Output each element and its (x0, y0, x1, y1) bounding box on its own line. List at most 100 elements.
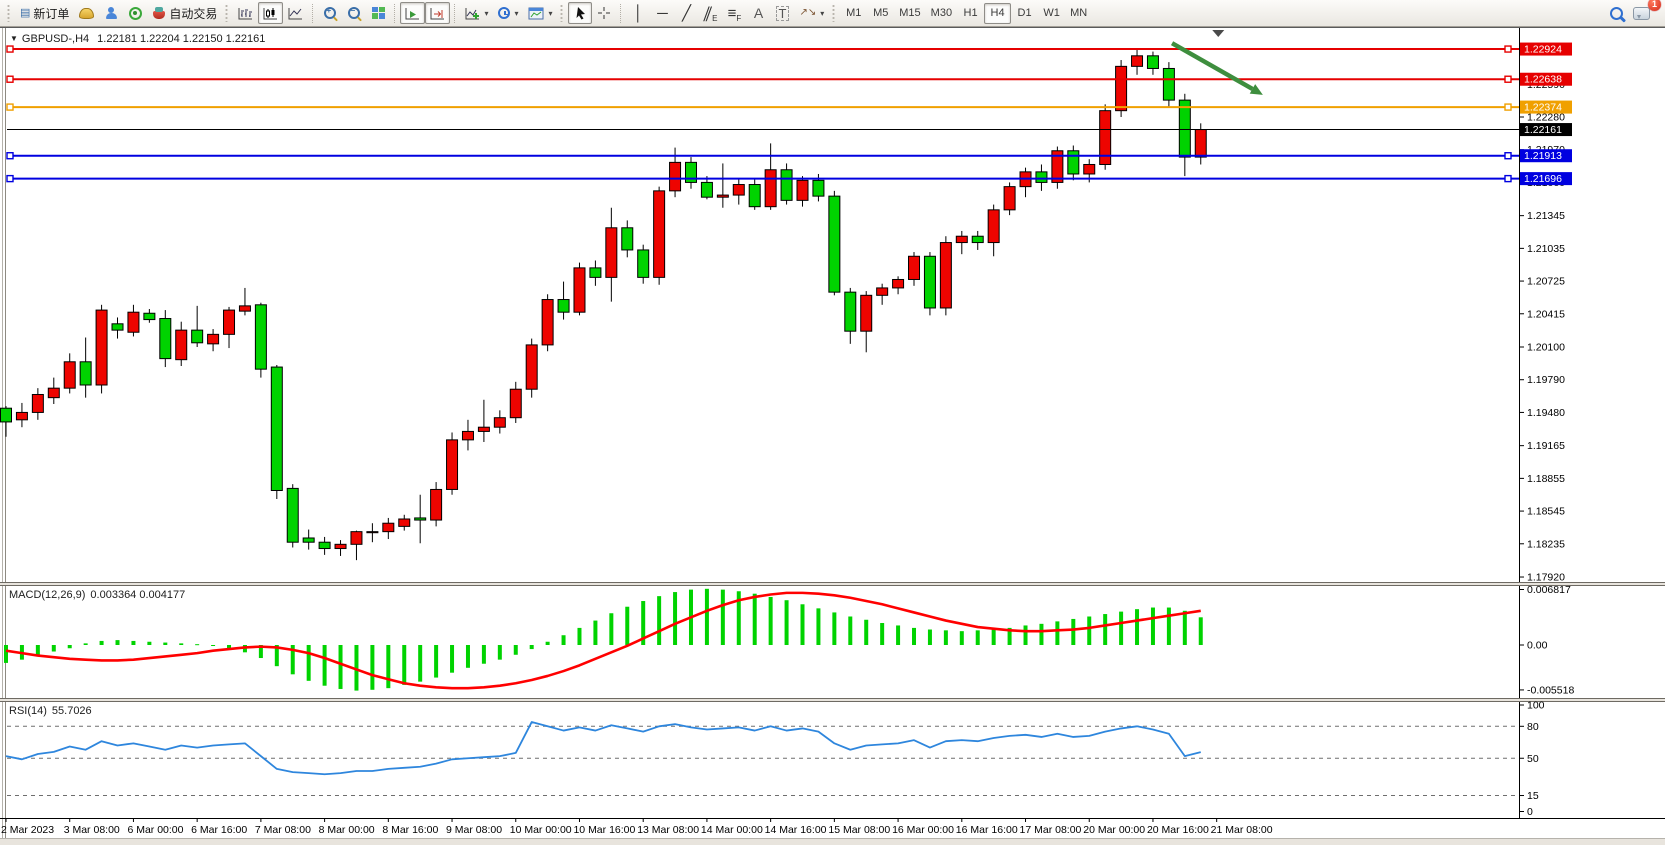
trend-arrow-annotation[interactable] (1172, 43, 1263, 95)
line-handle[interactable] (1505, 104, 1511, 110)
tile-windows-button[interactable] (366, 2, 390, 24)
svg-text:-0.005518: -0.005518 (1527, 684, 1574, 696)
indicators-add-icon (465, 7, 480, 20)
text-tool-icon: A (754, 6, 763, 20)
svg-text:10 Mar 16:00: 10 Mar 16:00 (573, 824, 635, 836)
rsi-axis[interactable]: 1008050150 (1519, 700, 1545, 819)
timeframe-MN[interactable]: MN (1065, 3, 1092, 24)
macd-panel[interactable] (4, 589, 1203, 691)
toolbar-grip[interactable] (7, 4, 12, 22)
line-handle[interactable] (7, 76, 13, 82)
svg-text:1.18235: 1.18235 (1527, 538, 1565, 550)
signal-broadcast-icon (129, 7, 142, 20)
toolbar: ▤ 新订单 自动交易 + − ▾ ▾ ▾ (0, 0, 1665, 27)
crosshair-tool-button[interactable] (592, 2, 616, 24)
symbol-dropdown-icon[interactable]: ▼ (10, 34, 18, 43)
line-handle[interactable] (1505, 46, 1511, 52)
channel-tool[interactable]: ∥ E (698, 2, 722, 24)
macd-axis[interactable]: 0.0068170.00-0.005518 (1519, 584, 1574, 696)
chart-shift-marker[interactable] (1212, 30, 1224, 37)
templates-button[interactable]: ▾ (523, 2, 557, 24)
arrows-tool[interactable]: ↗↘ ▾ (794, 2, 829, 24)
periods-button[interactable]: ▾ (493, 2, 523, 24)
line-handle[interactable] (1505, 76, 1511, 82)
line-handle[interactable] (7, 104, 13, 110)
label-tool[interactable]: T (770, 2, 794, 24)
channel-sub-label: E (712, 14, 717, 23)
svg-text:20 Mar 00:00: 20 Mar 00:00 (1083, 824, 1145, 836)
line-handle[interactable] (1505, 153, 1511, 159)
horizontal-lines-layer[interactable] (7, 46, 1519, 182)
svg-text:1.18545: 1.18545 (1527, 506, 1565, 518)
timeframe-M5[interactable]: M5 (867, 3, 894, 24)
svg-text:2 Mar 2023: 2 Mar 2023 (1, 824, 54, 836)
timeframe-M15[interactable]: M15 (894, 3, 925, 24)
zoom-in-button[interactable]: + (318, 2, 342, 24)
tile-windows-icon (372, 7, 385, 19)
line-chart-button[interactable] (283, 2, 308, 24)
toolbar-grip[interactable] (560, 4, 565, 22)
text-tool[interactable]: A (746, 2, 770, 24)
candlestick-chart-button[interactable] (258, 2, 283, 24)
svg-text:7 Mar 08:00: 7 Mar 08:00 (255, 824, 311, 836)
search-button[interactable] (1604, 2, 1628, 24)
line-handle[interactable] (7, 46, 13, 52)
line-handle[interactable] (7, 176, 13, 182)
timeframe-M1[interactable]: M1 (840, 3, 867, 24)
auto-trading-button[interactable]: 自动交易 (147, 2, 222, 24)
svg-text:8 Mar 00:00: 8 Mar 00:00 (319, 824, 375, 836)
line-chart-icon (288, 7, 303, 20)
profile-icon (105, 7, 118, 20)
fibonacci-sub-label: F (736, 14, 741, 23)
time-axis[interactable]: 2 Mar 20233 Mar 08:006 Mar 00:006 Mar 16… (0, 818, 1665, 845)
vline-icon: │ (634, 6, 643, 21)
bar-chart-button[interactable] (233, 2, 258, 24)
svg-text:16 Mar 00:00: 16 Mar 00:00 (892, 824, 954, 836)
svg-text:0.00: 0.00 (1527, 640, 1548, 652)
horizontal-line-tool[interactable]: ─ (650, 2, 674, 24)
svg-text:16 Mar 16:00: 16 Mar 16:00 (956, 824, 1018, 836)
toolbar-separator (312, 4, 314, 23)
search-icon (1610, 7, 1623, 20)
svg-text:1.19165: 1.19165 (1527, 440, 1565, 452)
template-icon (528, 7, 544, 20)
clock-icon (498, 7, 510, 19)
market-watch-button[interactable] (74, 2, 99, 24)
rsi-panel[interactable] (6, 722, 1519, 795)
svg-text:1.22638: 1.22638 (1524, 74, 1562, 86)
new-order-button[interactable]: ▤ 新订单 (15, 2, 74, 24)
fibonacci-tool[interactable]: ≡ F (722, 2, 746, 24)
timeframe-H4[interactable]: H4 (984, 3, 1011, 24)
vertical-line-tool[interactable]: │ (626, 2, 650, 24)
rsi-indicator-label: RSI(14)55.7026 (9, 705, 92, 717)
svg-text:1.22161: 1.22161 (1524, 124, 1562, 136)
timeframe-H1[interactable]: H1 (957, 3, 984, 24)
toolbar-grip[interactable] (832, 4, 837, 22)
cursor-tool-button[interactable] (568, 2, 592, 24)
timeframe-group: M1M5M15M30H1H4D1W1MN (840, 3, 1092, 24)
svg-text:6 Mar 00:00: 6 Mar 00:00 (127, 824, 183, 836)
timeframe-M30[interactable]: M30 (926, 3, 957, 24)
auto-scroll-button[interactable] (400, 2, 425, 24)
zoom-out-button[interactable]: − (342, 2, 366, 24)
line-handle[interactable] (1505, 176, 1511, 182)
dropdown-caret-icon: ▾ (484, 9, 488, 18)
line-handle[interactable] (7, 153, 13, 159)
chart-shift-button[interactable] (425, 2, 450, 24)
dropdown-caret-icon: ▾ (548, 9, 552, 18)
chart-canvas[interactable]: 1.229051.225901.222801.219701.216601.213… (0, 0, 1665, 845)
candlesticks-layer[interactable] (1, 49, 1207, 560)
svg-text:9 Mar 08:00: 9 Mar 08:00 (446, 824, 502, 836)
svg-text:1.18855: 1.18855 (1527, 473, 1565, 485)
rsi-value: 55.7026 (52, 705, 92, 717)
svg-text:100: 100 (1527, 700, 1545, 712)
notifications-button[interactable]: 1 (1628, 2, 1655, 24)
signals-button[interactable] (123, 2, 147, 24)
profile-button[interactable] (99, 2, 123, 24)
indicators-button[interactable]: ▾ (460, 2, 493, 24)
trendline-tool[interactable]: ╱ (674, 2, 698, 24)
toolbar-grip[interactable] (225, 4, 230, 22)
timeframe-D1[interactable]: D1 (1011, 3, 1038, 24)
timeframe-W1[interactable]: W1 (1038, 3, 1065, 24)
svg-text:1.22924: 1.22924 (1524, 44, 1562, 56)
